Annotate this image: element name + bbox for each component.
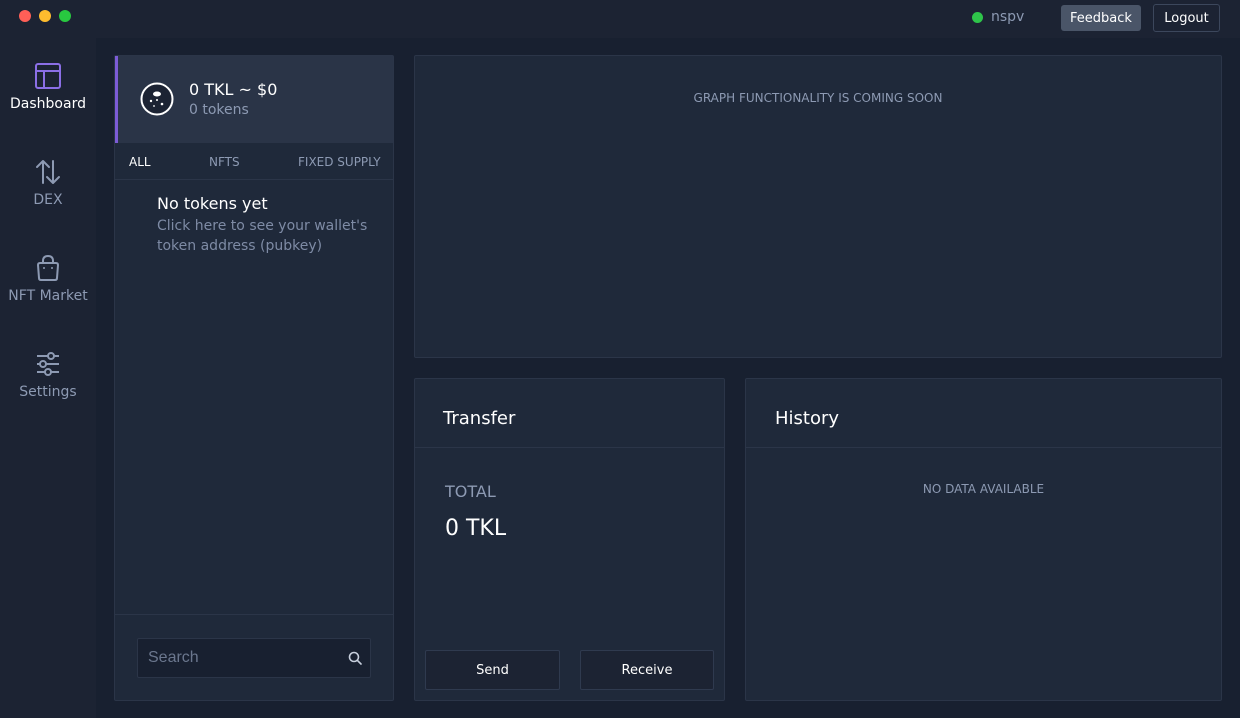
app-window: nspv Feedback Logout Dashboard DEX NFT M… [0, 0, 1240, 718]
sidebar-item-label: Settings [19, 384, 77, 400]
title-bar: nspv Feedback Logout [0, 0, 1240, 38]
empty-tokens-title: No tokens yet [157, 194, 268, 213]
token-coin-icon [140, 82, 174, 116]
balance-card[interactable]: 0 TKL ~ $0 0 tokens [115, 56, 393, 143]
tab-nfts[interactable]: NFTS [209, 155, 240, 169]
sidebar-item-nft-market[interactable]: NFT Market [0, 254, 96, 304]
search-area [115, 614, 393, 700]
logout-button[interactable]: Logout [1153, 4, 1220, 32]
window-controls [19, 10, 71, 22]
token-balance: 0 TKL ~ $0 [189, 80, 278, 99]
history-title: History [775, 408, 840, 429]
transfer-panel: Transfer TOTAL 0 TKL Send Receive [414, 378, 725, 701]
total-label: TOTAL [445, 482, 496, 501]
minimize-window-button[interactable] [39, 10, 51, 22]
history-empty-message: NO DATA AVAILABLE [922, 482, 1045, 496]
transfer-header: Transfer [415, 379, 724, 448]
sidebar-item-dashboard[interactable]: Dashboard [0, 62, 96, 112]
maximize-window-button[interactable] [59, 10, 71, 22]
history-panel: History NO DATA AVAILABLE [745, 378, 1222, 701]
total-value: 0 TKL [445, 516, 507, 541]
network-label: nspv [991, 9, 1025, 25]
search-box [137, 638, 371, 678]
shopping-bag-icon [36, 254, 60, 281]
history-header: History [746, 379, 1221, 448]
tab-fixed-supply[interactable]: FIXED SUPPLY [298, 155, 381, 169]
send-button[interactable]: Send [425, 650, 560, 690]
sidebar-item-settings[interactable]: Settings [0, 350, 96, 400]
swap-arrows-icon [36, 160, 60, 184]
sidebar: Dashboard DEX NFT Market Settings [0, 38, 96, 718]
tab-all[interactable]: ALL [129, 155, 151, 169]
dashboard-icon [35, 63, 61, 89]
graph-panel: GRAPH FUNCTIONALITY IS COMING SOON [414, 55, 1222, 358]
transfer-title: Transfer [443, 408, 516, 429]
search-input[interactable] [138, 639, 338, 677]
search-icon[interactable] [348, 651, 362, 665]
sidebar-item-label: Dashboard [10, 96, 86, 112]
feedback-button[interactable]: Feedback [1061, 5, 1141, 31]
network-status: nspv [972, 9, 1024, 25]
token-count: 0 tokens [189, 102, 249, 118]
sidebar-item-label: NFT Market [8, 288, 88, 304]
graph-placeholder-text: GRAPH FUNCTIONALITY IS COMING SOON [693, 91, 943, 105]
close-window-button[interactable] [19, 10, 31, 22]
tokens-panel: 0 TKL ~ $0 0 tokens ALL NFTS FIXED SUPPL… [114, 55, 394, 701]
token-address-link[interactable]: Click here to see your wallet's token ad… [157, 216, 372, 256]
sidebar-item-dex[interactable]: DEX [0, 158, 96, 208]
network-status-dot [972, 11, 983, 23]
sidebar-item-label: DEX [33, 192, 63, 208]
sliders-icon [37, 352, 59, 376]
receive-button[interactable]: Receive [580, 650, 714, 690]
token-filter-tabs: ALL NFTS FIXED SUPPLY [115, 144, 393, 180]
